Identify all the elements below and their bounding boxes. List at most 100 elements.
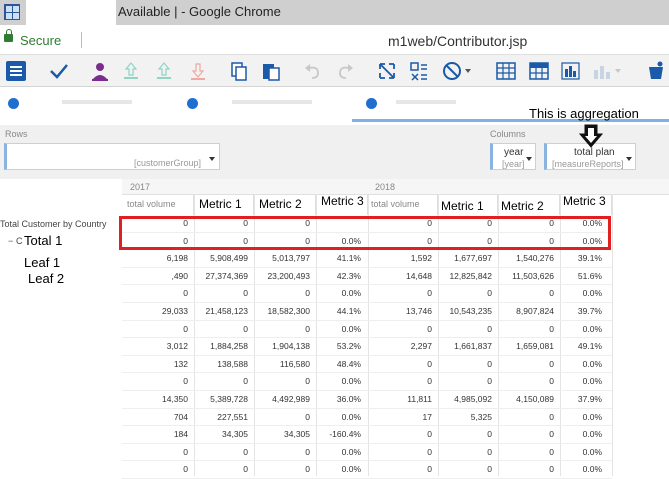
grid-cell[interactable]: 42.3% bbox=[301, 271, 361, 281]
grid-cell[interactable]: 39.1% bbox=[542, 253, 602, 263]
grid-cell[interactable]: 17 bbox=[372, 412, 432, 422]
grid-cell[interactable]: 0 bbox=[188, 376, 248, 386]
grid-cell[interactable]: 14,648 bbox=[372, 271, 432, 281]
grid-cell[interactable]: 0 bbox=[372, 464, 432, 474]
year-2018-header[interactable]: 2018 bbox=[372, 179, 395, 195]
col-header-2017-metric3[interactable]: Metric 3 bbox=[316, 194, 368, 215]
redo-icon[interactable] bbox=[332, 58, 358, 84]
grid-cell[interactable]: 132 bbox=[128, 359, 188, 369]
grid-cell[interactable]: 0.0% bbox=[542, 288, 602, 298]
grid-cell[interactable]: 0.0% bbox=[301, 464, 361, 474]
grid-cell[interactable]: 227,551 bbox=[188, 412, 248, 422]
grid-cell[interactable]: 0.0% bbox=[301, 324, 361, 334]
bar-chart-icon[interactable] bbox=[557, 58, 583, 84]
grid-cell[interactable]: 12,825,842 bbox=[432, 271, 492, 281]
grid-cell[interactable]: 0 bbox=[372, 324, 432, 334]
grid-cell[interactable]: 0 bbox=[188, 464, 248, 474]
user-submit-icon[interactable] bbox=[87, 58, 113, 84]
grid-cell[interactable]: 27,374,369 bbox=[188, 271, 248, 281]
grid-cell[interactable]: 0 bbox=[432, 447, 492, 457]
app-grid-icon[interactable] bbox=[4, 4, 20, 20]
grid-cell[interactable]: 0.0% bbox=[301, 447, 361, 457]
tab-2-label[interactable] bbox=[232, 100, 312, 104]
secure-label[interactable]: Secure bbox=[20, 33, 61, 48]
grid-cell[interactable]: 0.0% bbox=[301, 376, 361, 386]
grid-cell[interactable]: 0.0% bbox=[542, 464, 602, 474]
reject-icon[interactable] bbox=[185, 58, 211, 84]
grid-cell[interactable]: 2,297 bbox=[372, 341, 432, 351]
row-total1-label[interactable]: Total 1 bbox=[24, 233, 62, 248]
grid-cell[interactable]: 0 bbox=[432, 464, 492, 474]
grid-cell[interactable]: -160.4% bbox=[301, 429, 361, 439]
promote-all-icon[interactable] bbox=[151, 58, 177, 84]
grid-cell[interactable]: 0 bbox=[432, 288, 492, 298]
grid-cell[interactable]: 5,389,728 bbox=[188, 394, 248, 404]
grid-cell[interactable]: 0 bbox=[372, 359, 432, 369]
grid-cell[interactable]: 0 bbox=[432, 376, 492, 386]
grid-cell[interactable]: 29,033 bbox=[128, 306, 188, 316]
expand-icon[interactable] bbox=[374, 58, 400, 84]
tab-1-icon[interactable] bbox=[8, 98, 19, 109]
grid-cell[interactable]: 0 bbox=[128, 288, 188, 298]
grid-cell[interactable]: 34,305 bbox=[188, 429, 248, 439]
grid-cell[interactable]: 39.7% bbox=[542, 306, 602, 316]
tab-3-icon[interactable] bbox=[366, 98, 377, 109]
row-leaf2-label[interactable]: Leaf 2 bbox=[28, 271, 64, 286]
chevron-down-icon[interactable] bbox=[526, 157, 532, 161]
menu-icon[interactable] bbox=[3, 58, 29, 84]
grid-icon[interactable] bbox=[493, 58, 519, 84]
row-root-label[interactable]: Total Customer by Country bbox=[0, 219, 107, 229]
grid-cell[interactable]: 36.0% bbox=[301, 394, 361, 404]
grid-cell[interactable]: 49.1% bbox=[542, 341, 602, 351]
grid-cell[interactable]: 13,746 bbox=[372, 306, 432, 316]
grid-cell[interactable]: 0 bbox=[372, 376, 432, 386]
grid-cell[interactable]: 48.4% bbox=[301, 359, 361, 369]
grid-cell[interactable]: 4,985,092 bbox=[432, 394, 492, 404]
grid-cell[interactable]: 6,198 bbox=[128, 253, 188, 263]
grid-cell[interactable]: 0 bbox=[188, 324, 248, 334]
grid-cell[interactable]: 21,458,123 bbox=[188, 306, 248, 316]
col-header-2018-metric2[interactable]: Metric 2 bbox=[498, 195, 560, 215]
address-bar[interactable]: Secure m1web/Contributor.jsp bbox=[0, 25, 669, 55]
copy-icon[interactable] bbox=[226, 58, 252, 84]
grid-cell[interactable]: 0.0% bbox=[542, 324, 602, 334]
grid-cell[interactable]: 44.1% bbox=[301, 306, 361, 316]
col-header-2017-metric1[interactable]: Metric 1 bbox=[194, 195, 254, 215]
tab-3-label[interactable] bbox=[396, 100, 456, 104]
promote-icon[interactable] bbox=[118, 58, 144, 84]
row-leaf1-label[interactable]: Leaf 1 bbox=[24, 255, 60, 270]
year-2017-header[interactable]: 2017 bbox=[127, 179, 150, 195]
grid-cell[interactable]: 0.0% bbox=[301, 412, 361, 422]
chevron-down-icon[interactable] bbox=[209, 157, 215, 161]
lock-icon[interactable] bbox=[4, 29, 13, 42]
col-header-2018-metric3[interactable]: Metric 3 bbox=[560, 194, 612, 215]
grid-cell[interactable]: 1,661,837 bbox=[432, 341, 492, 351]
pivot-icon[interactable] bbox=[526, 58, 552, 84]
grid-cell[interactable]: 0.0% bbox=[542, 359, 602, 369]
grid-cell[interactable]: 11,811 bbox=[372, 394, 432, 404]
grid-cell[interactable]: 1,677,697 bbox=[432, 253, 492, 263]
tab-2-icon[interactable] bbox=[187, 98, 198, 109]
url-text[interactable]: m1web/Contributor.jsp bbox=[388, 33, 527, 49]
grid-cell[interactable]: 0 bbox=[432, 359, 492, 369]
grid-cell[interactable]: 0 bbox=[188, 447, 248, 457]
grid-cell[interactable]: 0 bbox=[128, 324, 188, 334]
collapse-icon[interactable]: − bbox=[8, 236, 13, 246]
grid-cell[interactable]: 0 bbox=[372, 288, 432, 298]
rows-dropdown[interactable]: [customerGroup] bbox=[4, 143, 220, 170]
grid-cell[interactable]: 0 bbox=[432, 324, 492, 334]
grid-cell[interactable]: 0.0% bbox=[542, 376, 602, 386]
check-icon[interactable] bbox=[46, 58, 72, 84]
chevron-down-icon[interactable] bbox=[626, 157, 632, 161]
grid-cell[interactable]: 138,588 bbox=[188, 359, 248, 369]
grid-cell[interactable]: 0 bbox=[128, 464, 188, 474]
grid-cell[interactable]: 0 bbox=[372, 447, 432, 457]
year-dropdown[interactable]: year [year] bbox=[490, 143, 536, 170]
col-header-2017-volume[interactable]: total volume bbox=[124, 195, 194, 215]
undo-icon[interactable] bbox=[300, 58, 326, 84]
col-header-2018-volume[interactable]: total volume bbox=[368, 195, 438, 215]
grid-cell[interactable]: ,490 bbox=[128, 271, 188, 281]
grid-cell[interactable]: 0 bbox=[188, 288, 248, 298]
grid-cell[interactable]: 37.9% bbox=[542, 394, 602, 404]
grid-cell[interactable]: 0.0% bbox=[542, 429, 602, 439]
